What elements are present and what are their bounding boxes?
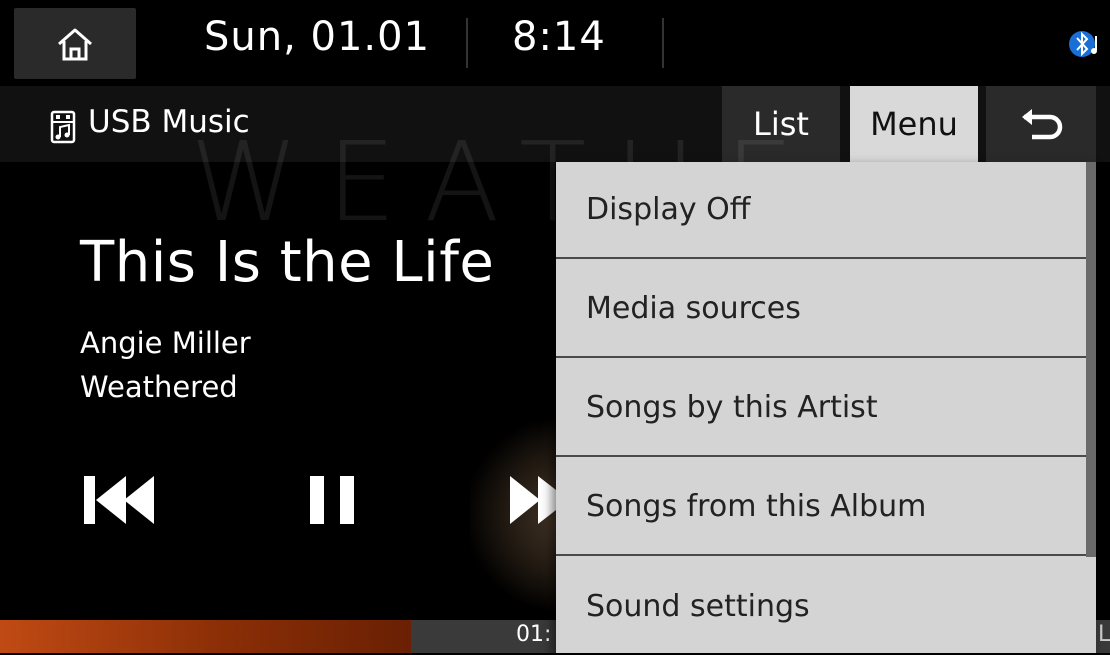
next-track-icon [510,476,556,524]
usb-music-icon [50,110,76,144]
menu-button[interactable]: Menu [850,86,978,162]
menu-item-songs-from-album[interactable]: Songs from this Album [556,459,1086,556]
options-menu: Display Off Media sources Songs by this … [556,162,1096,653]
elapsed-time: 01: [516,622,552,647]
progress-fill [0,620,411,653]
track-artist: Angie Miller [80,326,251,360]
bluetooth-music-icon [1068,26,1104,62]
previous-track-button[interactable] [82,470,156,530]
back-button[interactable] [986,86,1096,162]
next-track-button[interactable] [508,470,556,530]
status-bar: Sun, 01.01 8:14 [0,0,1110,86]
home-button[interactable] [14,8,136,79]
menu-item-display-off[interactable]: Display Off [556,162,1086,259]
date-display: Sun, 01.01 [204,14,431,60]
clock-display: 8:14 [512,14,606,60]
pause-icon [310,476,354,524]
home-icon [58,28,92,60]
menu-item-songs-by-artist[interactable]: Songs by this Artist [556,360,1086,457]
pause-button[interactable] [310,470,356,530]
previous-track-icon [84,476,154,524]
menu-item-sound-settings[interactable]: Sound settings [556,558,1086,655]
back-arrow-icon [1022,109,1063,140]
menu-item-media-sources[interactable]: Media sources [556,261,1086,358]
status-divider [662,18,664,68]
progress-end-label: L [1098,622,1110,647]
track-album: Weathered [80,370,238,404]
track-title: This Is the Life [80,230,495,295]
menu-scrollbar[interactable] [1086,162,1096,557]
status-divider [466,18,468,68]
